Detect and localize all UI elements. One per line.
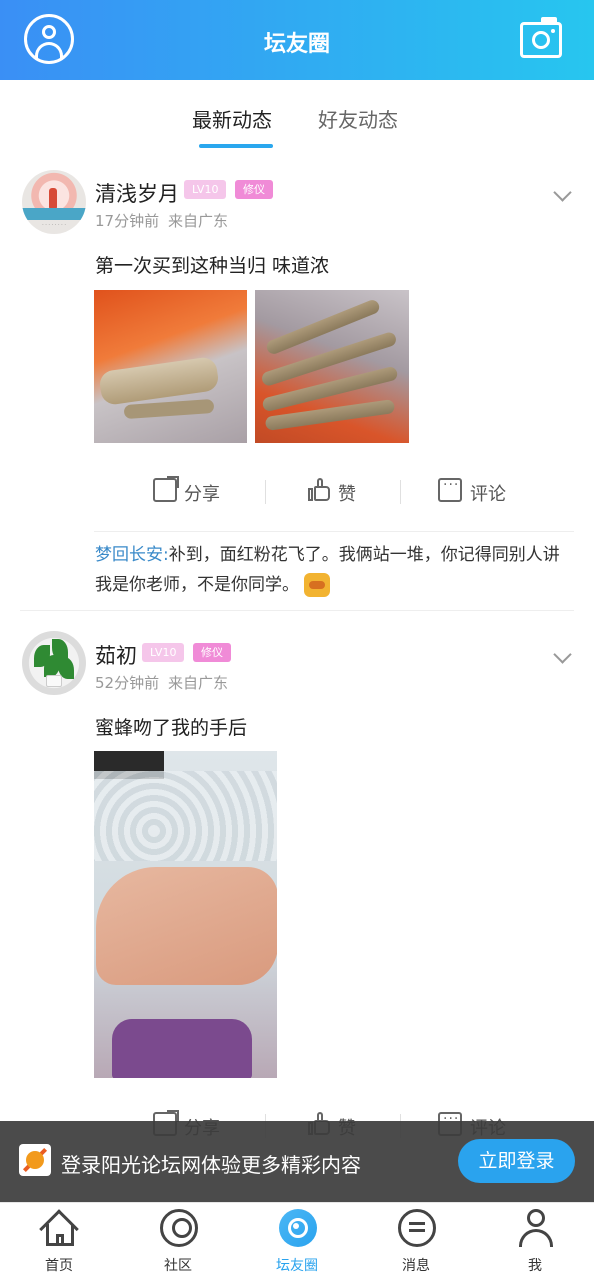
like-icon[interactable] bbox=[308, 478, 332, 502]
post-time: 52分钟前 bbox=[95, 674, 160, 692]
active-tab-indicator bbox=[199, 144, 273, 148]
nav-label: 消息 bbox=[402, 1258, 430, 1274]
login-banner: 登录阳光论坛网体验更多精彩内容 立即登录 bbox=[0, 1121, 594, 1202]
page-title: 坛友圈 bbox=[263, 32, 330, 57]
nav-label: 我 bbox=[528, 1258, 542, 1274]
nav-label: 坛友圈 bbox=[276, 1258, 318, 1274]
post-location: 来自广东 bbox=[168, 212, 229, 230]
share-button[interactable]: 分享 bbox=[184, 480, 220, 506]
comment-icon[interactable] bbox=[438, 477, 462, 502]
nav-item-community[interactable]: 社区 bbox=[119, 1203, 237, 1280]
home-icon bbox=[39, 1209, 79, 1249]
nav-item-friends-circle[interactable]: 坛友圈 bbox=[238, 1203, 356, 1280]
nav-item-messages[interactable]: 消息 bbox=[357, 1203, 475, 1280]
post-time: 17分钟前 bbox=[95, 212, 160, 230]
banner-text: 登录阳光论坛网体验更多精彩内容 bbox=[61, 1153, 361, 1177]
comment-button[interactable]: 评论 bbox=[470, 480, 506, 506]
post-text: 蜜蜂吻了我的手后 bbox=[95, 717, 248, 739]
divider bbox=[94, 531, 574, 532]
post-actions: 分享 赞 评论 bbox=[0, 470, 594, 514]
message-icon bbox=[398, 1209, 436, 1247]
community-icon bbox=[160, 1209, 198, 1247]
nav-label: 首页 bbox=[45, 1258, 73, 1274]
action-divider bbox=[400, 480, 401, 504]
post-text: 第一次买到这种当归 味道浓 bbox=[95, 255, 330, 277]
post-image[interactable] bbox=[94, 290, 247, 443]
nav-item-home[interactable]: 首页 bbox=[0, 1203, 118, 1280]
author-name[interactable]: 清浅岁月 bbox=[95, 178, 179, 208]
feed-tabs: 最新动态 好友动态 bbox=[0, 80, 594, 152]
nav-label: 社区 bbox=[164, 1258, 192, 1274]
nav-item-me[interactable]: 我 bbox=[476, 1203, 594, 1280]
like-button[interactable]: 赞 bbox=[338, 480, 356, 506]
role-badge: 修仪 bbox=[235, 180, 273, 199]
comment-author[interactable]: 梦回长安: bbox=[95, 545, 169, 565]
share-icon[interactable] bbox=[153, 476, 179, 502]
level-badge: LV10 bbox=[184, 180, 227, 199]
action-divider bbox=[265, 480, 266, 504]
tab-friends[interactable]: 好友动态 bbox=[318, 104, 398, 133]
user-icon bbox=[517, 1209, 555, 1247]
chevron-down-icon[interactable] bbox=[553, 645, 572, 664]
tab-latest[interactable]: 最新动态 bbox=[192, 104, 272, 133]
avatar[interactable] bbox=[22, 631, 86, 695]
chevron-down-icon[interactable] bbox=[553, 183, 572, 202]
friends-circle-icon bbox=[279, 1209, 317, 1247]
bottom-nav: 首页 社区 坛友圈 消息 我 bbox=[0, 1202, 594, 1280]
level-badge: LV10 bbox=[142, 643, 185, 662]
post-image[interactable] bbox=[255, 290, 409, 443]
comment-item[interactable]: 梦回长安:补到，面红粉花飞了。我俩站一堆，你记得同别人讲我是你老师，不是你同学。 bbox=[95, 540, 565, 600]
role-badge: 修仪 bbox=[193, 643, 231, 662]
app-logo bbox=[19, 1144, 51, 1176]
login-button[interactable]: 立即登录 bbox=[458, 1139, 575, 1183]
app-header: 坛友圈 bbox=[0, 0, 594, 80]
post-image[interactable] bbox=[94, 751, 277, 1078]
camera-icon[interactable] bbox=[520, 17, 562, 58]
divider bbox=[20, 610, 574, 611]
author-name[interactable]: 茹初 bbox=[95, 640, 137, 670]
avatar[interactable]: · · · · · · · · bbox=[22, 170, 86, 234]
emoji-icon bbox=[304, 573, 331, 597]
post-location: 来自广东 bbox=[168, 674, 229, 692]
